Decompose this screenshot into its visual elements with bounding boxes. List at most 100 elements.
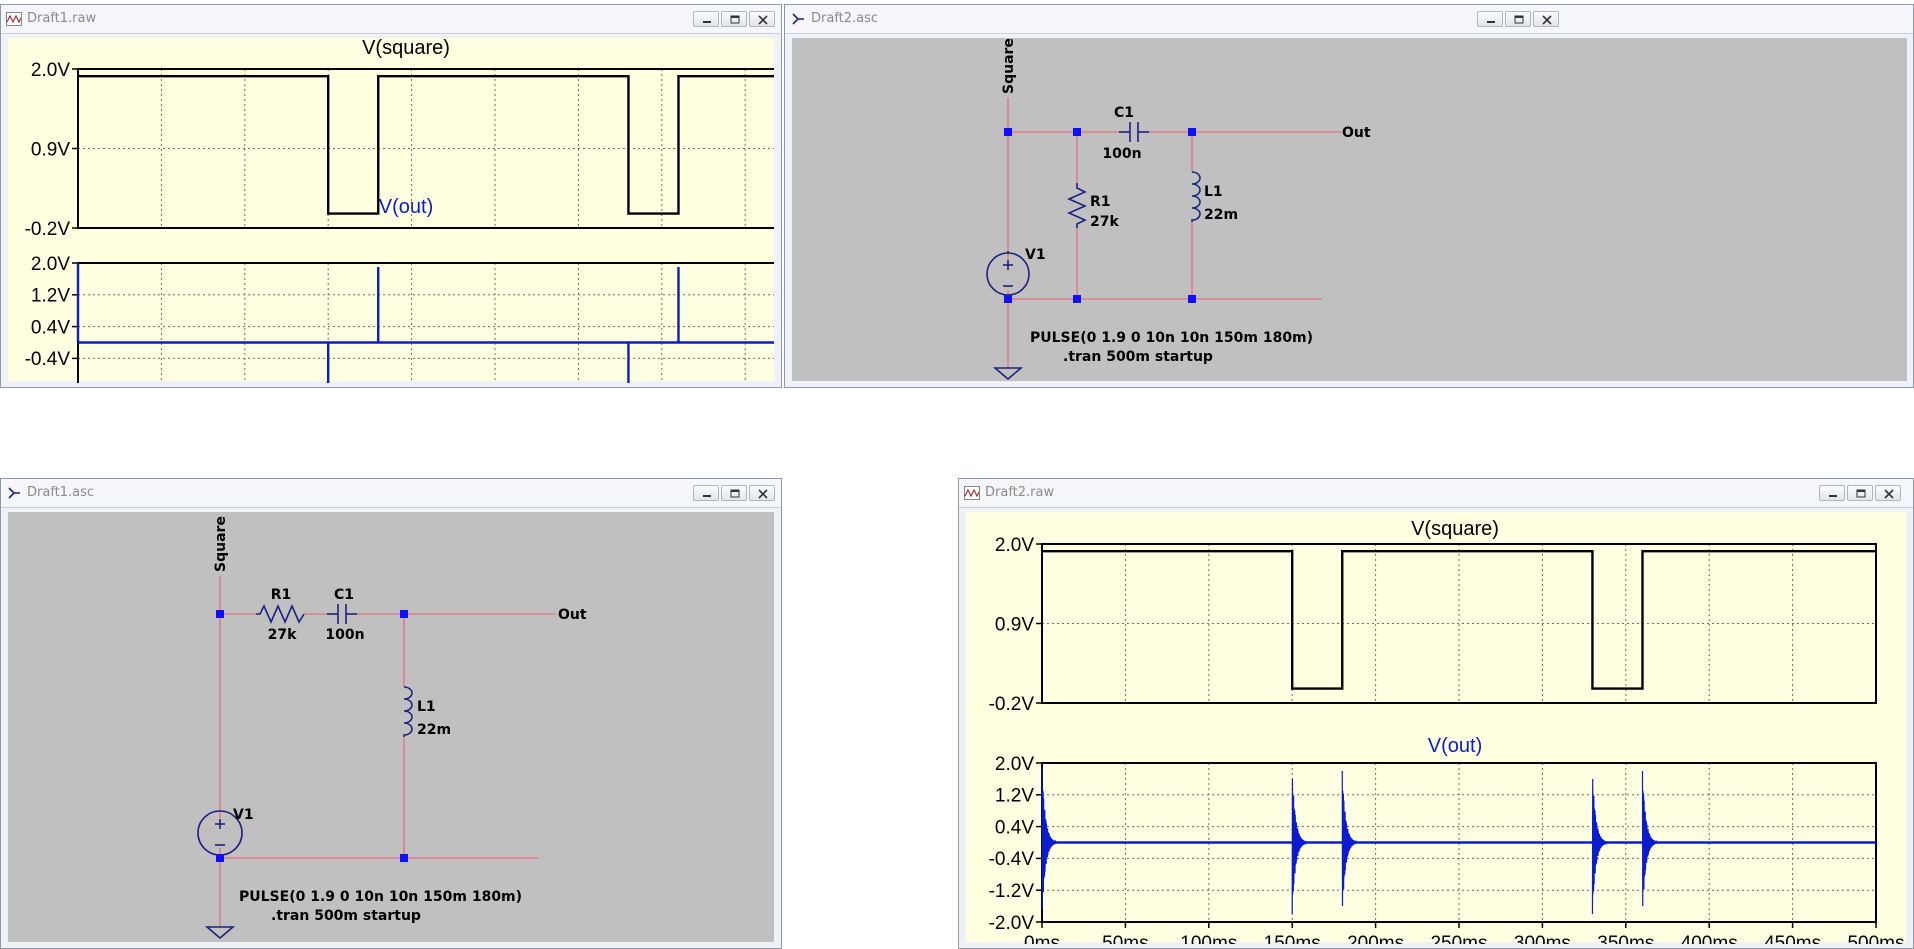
ground-icon[interactable] bbox=[204, 926, 236, 940]
window-title: Draft2.raw bbox=[985, 485, 1055, 500]
x-tick-label: 200ms bbox=[1347, 933, 1404, 944]
trace-label-out[interactable]: V(out) bbox=[379, 196, 433, 218]
window-draft1-raw[interactable]: Draft1.raw V(square) V(out) 2.0V 0.9V -0.2… bbox=[0, 4, 782, 388]
net-label-out[interactable]: Out bbox=[1342, 125, 1371, 141]
schematic-canvas[interactable]: Square Out R1 27k C1 100n L1 22m V1 PULS… bbox=[8, 512, 774, 942]
maximize-button[interactable] bbox=[721, 11, 747, 27]
c1-value[interactable]: 100n bbox=[325, 627, 364, 643]
y-tick-label: 2.0V bbox=[31, 60, 70, 81]
y-tick-label: 0.9V bbox=[995, 614, 1034, 635]
window-draft2-raw[interactable]: Draft2.raw V(square) V(out) 2.0V 0.9V -0.2… bbox=[958, 478, 1914, 949]
y-tick-label: -1.2V bbox=[25, 381, 71, 383]
r1-name[interactable]: R1 bbox=[271, 587, 292, 603]
y-tick-label: -2.0V bbox=[989, 913, 1035, 934]
net-label-out[interactable]: Out bbox=[558, 607, 587, 623]
minimize-button[interactable] bbox=[1477, 11, 1503, 27]
x-tick-label: 150ms bbox=[1264, 933, 1321, 944]
trace-label-square[interactable]: V(square) bbox=[1411, 518, 1499, 540]
r1-value[interactable]: 27k bbox=[268, 627, 297, 643]
v1-name[interactable]: V1 bbox=[1025, 247, 1046, 263]
ground-icon[interactable] bbox=[992, 367, 1024, 381]
titlebar[interactable]: Draft2.raw bbox=[959, 479, 1913, 508]
x-tick-label: 300ms bbox=[1514, 933, 1571, 944]
schematic[interactable]: Square Out C1 100n R1 27k L1 22m V1 PULS… bbox=[792, 38, 1902, 383]
schematic-icon bbox=[8, 487, 20, 499]
resistor-r1[interactable] bbox=[1067, 183, 1087, 228]
trace-out-ringing bbox=[1591, 778, 1608, 915]
r1-name[interactable]: R1 bbox=[1090, 194, 1111, 210]
minimize-button[interactable] bbox=[1819, 485, 1845, 501]
y-tick-label: -0.4V bbox=[25, 349, 71, 370]
x-tick-label: 50ms bbox=[1102, 933, 1148, 944]
minimize-button[interactable] bbox=[693, 485, 719, 501]
y-tick-label: 0.4V bbox=[995, 817, 1034, 838]
close-button[interactable] bbox=[1875, 485, 1901, 501]
net-label-square[interactable]: Square bbox=[1001, 38, 1017, 94]
waveform-plot[interactable]: V(square) V(out) 2.0V 0.9V -0.2V 2.0V 1.2V 0.… bbox=[8, 38, 774, 383]
y-tick-label: 1.2V bbox=[995, 786, 1034, 807]
net-label-square[interactable]: Square bbox=[213, 516, 229, 572]
schematic-icon bbox=[792, 13, 804, 25]
window-title: Draft2.asc bbox=[811, 11, 879, 26]
y-tick-label: 2.0V bbox=[31, 254, 70, 275]
y-tick-label: 1.2V bbox=[31, 286, 70, 307]
waveform-viewer[interactable]: V(square) V(out) 2.0V 0.9V -0.2V 2.0V 1.2V 0.… bbox=[966, 512, 1906, 944]
plot-frame bbox=[77, 262, 774, 383]
resistor-r1[interactable] bbox=[256, 604, 305, 624]
trace-out-ringing bbox=[1291, 778, 1307, 915]
x-tick-label: 250ms bbox=[1430, 933, 1487, 944]
l1-name[interactable]: L1 bbox=[1204, 184, 1223, 200]
capacitor-c1[interactable] bbox=[327, 604, 357, 624]
y-tick-label: -0.4V bbox=[989, 849, 1035, 870]
close-button[interactable] bbox=[749, 11, 775, 27]
wires bbox=[1007, 98, 1342, 368]
inductor-l1[interactable] bbox=[1191, 171, 1201, 222]
source-spec[interactable]: PULSE(0 1.9 0 10n 10n 150m 180m) bbox=[239, 889, 522, 905]
x-tick-label: 100ms bbox=[1180, 933, 1237, 944]
l1-value[interactable]: 22m bbox=[1204, 207, 1238, 223]
minimize-button[interactable] bbox=[693, 11, 719, 27]
capacitor-c1[interactable] bbox=[1119, 122, 1149, 142]
y-tick-label: 2.0V bbox=[995, 535, 1034, 556]
y-tick-label: 0.9V bbox=[31, 139, 70, 160]
maximize-button[interactable] bbox=[1505, 11, 1531, 27]
inductor-l1[interactable] bbox=[403, 686, 413, 737]
schematic-canvas[interactable]: Square Out C1 100n R1 27k L1 22m V1 PULS… bbox=[792, 38, 1907, 381]
trace-out-ringing bbox=[1041, 766, 1057, 910]
r1-value[interactable]: 27k bbox=[1090, 214, 1119, 230]
titlebar[interactable]: Draft2.asc bbox=[785, 5, 1913, 34]
schematic[interactable]: Square Out R1 27k C1 100n L1 22m V1 PULS… bbox=[8, 512, 774, 942]
l1-name[interactable]: L1 bbox=[417, 699, 436, 715]
x-tick-label: 350ms bbox=[1597, 933, 1654, 944]
c1-name[interactable]: C1 bbox=[1114, 105, 1134, 121]
trace-out-ringing bbox=[1641, 770, 1658, 907]
x-tick-label: 0ms bbox=[1024, 933, 1060, 944]
maximize-button[interactable] bbox=[1847, 485, 1873, 501]
y-tick-label: -0.2V bbox=[989, 694, 1035, 715]
window-draft1-asc[interactable]: Draft1.asc Square Out R1 27k C1 100n L1 … bbox=[0, 478, 782, 949]
l1-value[interactable]: 22m bbox=[417, 722, 451, 738]
sim-command[interactable]: .tran 500m startup bbox=[1063, 349, 1213, 365]
x-tick-label: 500ms bbox=[1847, 933, 1904, 944]
sim-command[interactable]: .tran 500m startup bbox=[271, 908, 421, 924]
titlebar[interactable]: Draft1.raw bbox=[1, 5, 781, 34]
y-tick-label: -0.2V bbox=[25, 219, 71, 240]
c1-value[interactable]: 100n bbox=[1102, 146, 1141, 162]
trace-label-square[interactable]: V(square) bbox=[362, 38, 450, 59]
maximize-button[interactable] bbox=[721, 485, 747, 501]
trace-label-out[interactable]: V(out) bbox=[1428, 735, 1482, 757]
window-title: Draft1.asc bbox=[27, 485, 95, 500]
close-button[interactable] bbox=[1533, 11, 1559, 27]
window-title: Draft1.raw bbox=[27, 11, 97, 26]
x-tick-label: 400ms bbox=[1681, 933, 1738, 944]
v1-name[interactable]: V1 bbox=[233, 807, 254, 823]
titlebar[interactable]: Draft1.asc bbox=[1, 479, 781, 508]
trace-square bbox=[78, 75, 774, 215]
waveform-icon bbox=[964, 486, 980, 500]
waveform-plot[interactable]: V(square) V(out) 2.0V 0.9V -0.2V 2.0V 1.2V 0.… bbox=[966, 512, 1906, 944]
c1-name[interactable]: C1 bbox=[334, 587, 354, 603]
source-spec[interactable]: PULSE(0 1.9 0 10n 10n 150m 180m) bbox=[1030, 330, 1313, 346]
close-button[interactable] bbox=[749, 485, 775, 501]
waveform-viewer[interactable]: V(square) V(out) 2.0V 0.9V -0.2V 2.0V 1.2V 0.… bbox=[8, 38, 774, 383]
window-draft2-asc[interactable]: Draft2.asc Square Out C1 100n R1 27k L1 … bbox=[784, 4, 1914, 388]
